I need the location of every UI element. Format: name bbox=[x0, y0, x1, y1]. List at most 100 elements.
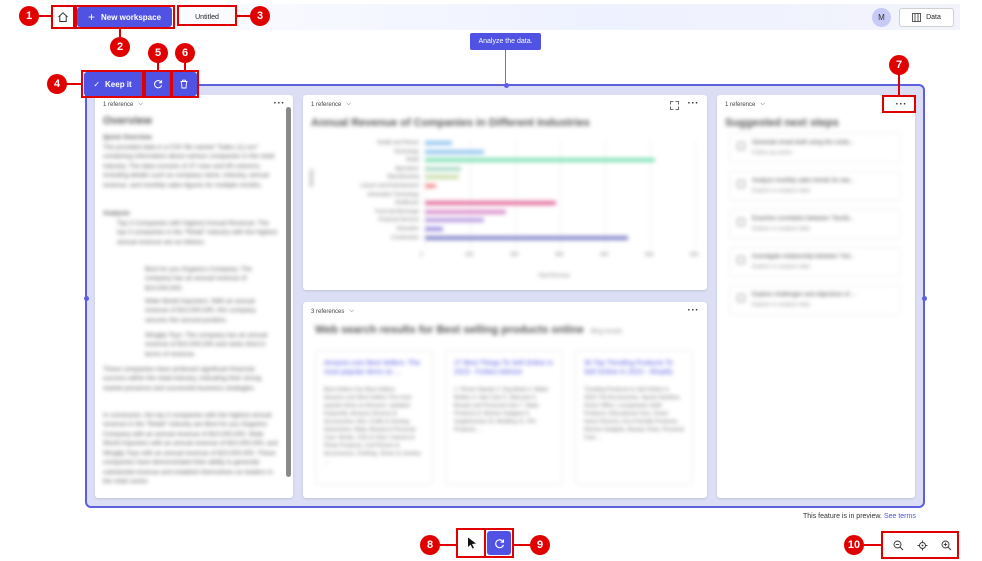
prompt-bubble[interactable]: Analyze the data. bbox=[470, 33, 541, 50]
chart-bar[interactable] bbox=[425, 201, 556, 206]
annotation-highlight bbox=[881, 531, 959, 559]
x-axis-label: Total Revenue bbox=[538, 273, 570, 279]
annotation-badge: 2 bbox=[110, 37, 130, 57]
chart-gridline bbox=[560, 141, 561, 249]
category-label: Agriculture bbox=[395, 165, 419, 172]
search-result-card[interactable]: Amazon.com Best Sellers: The most popula… bbox=[315, 350, 433, 485]
x-tick-label: 100 bbox=[465, 252, 474, 259]
next-step-item[interactable]: Generate email draft using the conte... F… bbox=[729, 133, 901, 163]
reference-dropdown[interactable]: 1 reference ⌵ bbox=[103, 101, 143, 108]
more-options-icon[interactable]: ··· bbox=[688, 305, 700, 316]
frame-handle[interactable] bbox=[83, 296, 89, 301]
paragraph: The provided data is a CSV file named "S… bbox=[103, 144, 275, 189]
chart-gridline bbox=[695, 141, 696, 249]
step-title: Examine correlation between "Numb... bbox=[752, 216, 855, 222]
search-result-card[interactable]: 27 Best Things To Sell Online in 2023 - … bbox=[445, 350, 563, 485]
step-title: Analyze monthly sales trends for eac... bbox=[752, 178, 856, 184]
frame-handle[interactable] bbox=[921, 296, 927, 301]
web-search-card[interactable]: 3 references ⌵ ··· Web search results fo… bbox=[303, 302, 707, 498]
overview-card[interactable]: 1 reference ⌵ ··· Overview Quick Overvie… bbox=[95, 95, 293, 498]
annotation-badge: 8 bbox=[420, 535, 440, 555]
y-axis-label: Industry bbox=[309, 169, 315, 187]
chart-bar[interactable] bbox=[425, 218, 484, 223]
annotation-highlight bbox=[177, 5, 237, 26]
result-title[interactable]: 27 Best Things To Sell Online in 2023 - … bbox=[454, 359, 554, 377]
annotation-highlight bbox=[144, 70, 172, 98]
category-label: Retail bbox=[406, 157, 419, 164]
frame-handle[interactable] bbox=[504, 82, 509, 88]
preview-text: This feature is in preview. bbox=[803, 513, 882, 520]
avatar[interactable]: M bbox=[872, 8, 891, 27]
category-label: Health and Fitness bbox=[377, 140, 419, 146]
category-label: Financial Services bbox=[378, 217, 419, 224]
chart-card[interactable]: 1 reference ⌵ ··· Annual Revenue of Comp… bbox=[303, 95, 707, 290]
chart-bar[interactable] bbox=[425, 158, 655, 163]
step-subtitle: Explore or analyze data bbox=[752, 188, 810, 194]
chevron-down-icon: ⌵ bbox=[349, 308, 354, 314]
reference-label: 3 references bbox=[311, 308, 345, 315]
card-title: Overview bbox=[103, 115, 152, 127]
analyze-icon bbox=[737, 180, 745, 188]
result-snippet: Best Sellers Our Best Sellers Amazon.com… bbox=[324, 387, 421, 465]
chart-bar[interactable] bbox=[425, 166, 461, 171]
chart-gridline bbox=[470, 141, 471, 249]
chart-bar[interactable] bbox=[425, 235, 628, 240]
annotation-leader bbox=[898, 73, 900, 95]
card-title: Web search results for Best selling prod… bbox=[315, 324, 622, 336]
next-step-item[interactable]: Investigate relationship between "Ind...… bbox=[729, 247, 901, 277]
pencil-icon bbox=[737, 142, 745, 150]
reference-dropdown[interactable]: 1 reference ⌵ bbox=[725, 101, 765, 108]
annotation-leader bbox=[184, 62, 186, 71]
step-title: Explore challenges and objectives of ... bbox=[752, 292, 857, 298]
chart-gridline bbox=[605, 141, 606, 249]
result-title[interactable]: 30 Top Trending Products To Sell Online … bbox=[584, 359, 684, 377]
search-result-card[interactable]: 30 Top Trending Products To Sell Online … bbox=[575, 350, 693, 485]
chart-bar[interactable] bbox=[425, 227, 443, 231]
next-steps-card[interactable]: 1 reference ⌵ ··· Suggested next steps G… bbox=[717, 95, 915, 498]
list-item: Best for you Organics Company: The compa… bbox=[145, 266, 252, 292]
table-icon bbox=[912, 13, 921, 22]
web-title: Web search results for Best selling prod… bbox=[315, 324, 584, 336]
chart-bar[interactable] bbox=[425, 175, 459, 180]
annotation-highlight bbox=[456, 528, 486, 558]
result-title[interactable]: Amazon.com Best Sellers: The most popula… bbox=[324, 359, 424, 377]
analyze-icon bbox=[737, 218, 745, 226]
chart-bar[interactable] bbox=[425, 149, 484, 154]
chart-gridline bbox=[650, 141, 651, 249]
category-label: Technology bbox=[393, 148, 419, 155]
x-tick-label: 0 bbox=[420, 252, 423, 259]
next-step-item[interactable]: Explore challenges and objectives of ...… bbox=[729, 285, 901, 315]
list-item: Wingtip Toys: The company has an annual … bbox=[145, 332, 268, 358]
x-tick-label: 600 bbox=[690, 252, 699, 259]
paragraph: These companies have achieved significan… bbox=[103, 366, 262, 392]
list-item: Wide World Importers: With an annual rev… bbox=[145, 298, 256, 324]
chart-bar[interactable] bbox=[425, 209, 506, 214]
next-step-item[interactable]: Examine correlation between "Numb... Expl… bbox=[729, 209, 901, 239]
annotation-highlight bbox=[484, 528, 514, 558]
annotation-badge: 3 bbox=[250, 6, 270, 26]
reference-dropdown[interactable]: 3 references ⌵ bbox=[311, 308, 354, 315]
list-item: Top 3 Companies with Highest Annual Reve… bbox=[117, 220, 277, 246]
see-terms-link[interactable]: See terms bbox=[884, 513, 916, 520]
category-label: Construction bbox=[390, 234, 419, 241]
analysis-heading: Analysis bbox=[103, 210, 130, 217]
scrollbar-thumb[interactable] bbox=[286, 107, 291, 477]
chart-bar[interactable] bbox=[425, 141, 452, 145]
bar-chart: Annual Revenue of Companies in Different… bbox=[303, 95, 707, 290]
analyze-icon bbox=[737, 294, 745, 302]
annotation-highlight bbox=[51, 5, 75, 29]
annotation-badge: 9 bbox=[530, 535, 550, 555]
chart-bar[interactable] bbox=[425, 184, 437, 188]
data-button[interactable]: Data bbox=[899, 8, 954, 27]
annotation-highlight bbox=[171, 70, 199, 98]
next-step-item[interactable]: Analyze monthly sales trends for eac... E… bbox=[729, 171, 901, 201]
x-tick-label: 500 bbox=[645, 252, 654, 259]
step-title: Investigate relationship between "Ind... bbox=[752, 254, 855, 260]
annotation-leader bbox=[514, 544, 530, 546]
more-options-icon[interactable]: ··· bbox=[274, 98, 286, 109]
annotation-leader bbox=[440, 544, 456, 546]
annotation-leader bbox=[66, 83, 81, 85]
web-title-suffix: Bing results bbox=[590, 329, 623, 335]
chart-gridline bbox=[515, 141, 516, 249]
data-button-label: Data bbox=[926, 14, 941, 21]
